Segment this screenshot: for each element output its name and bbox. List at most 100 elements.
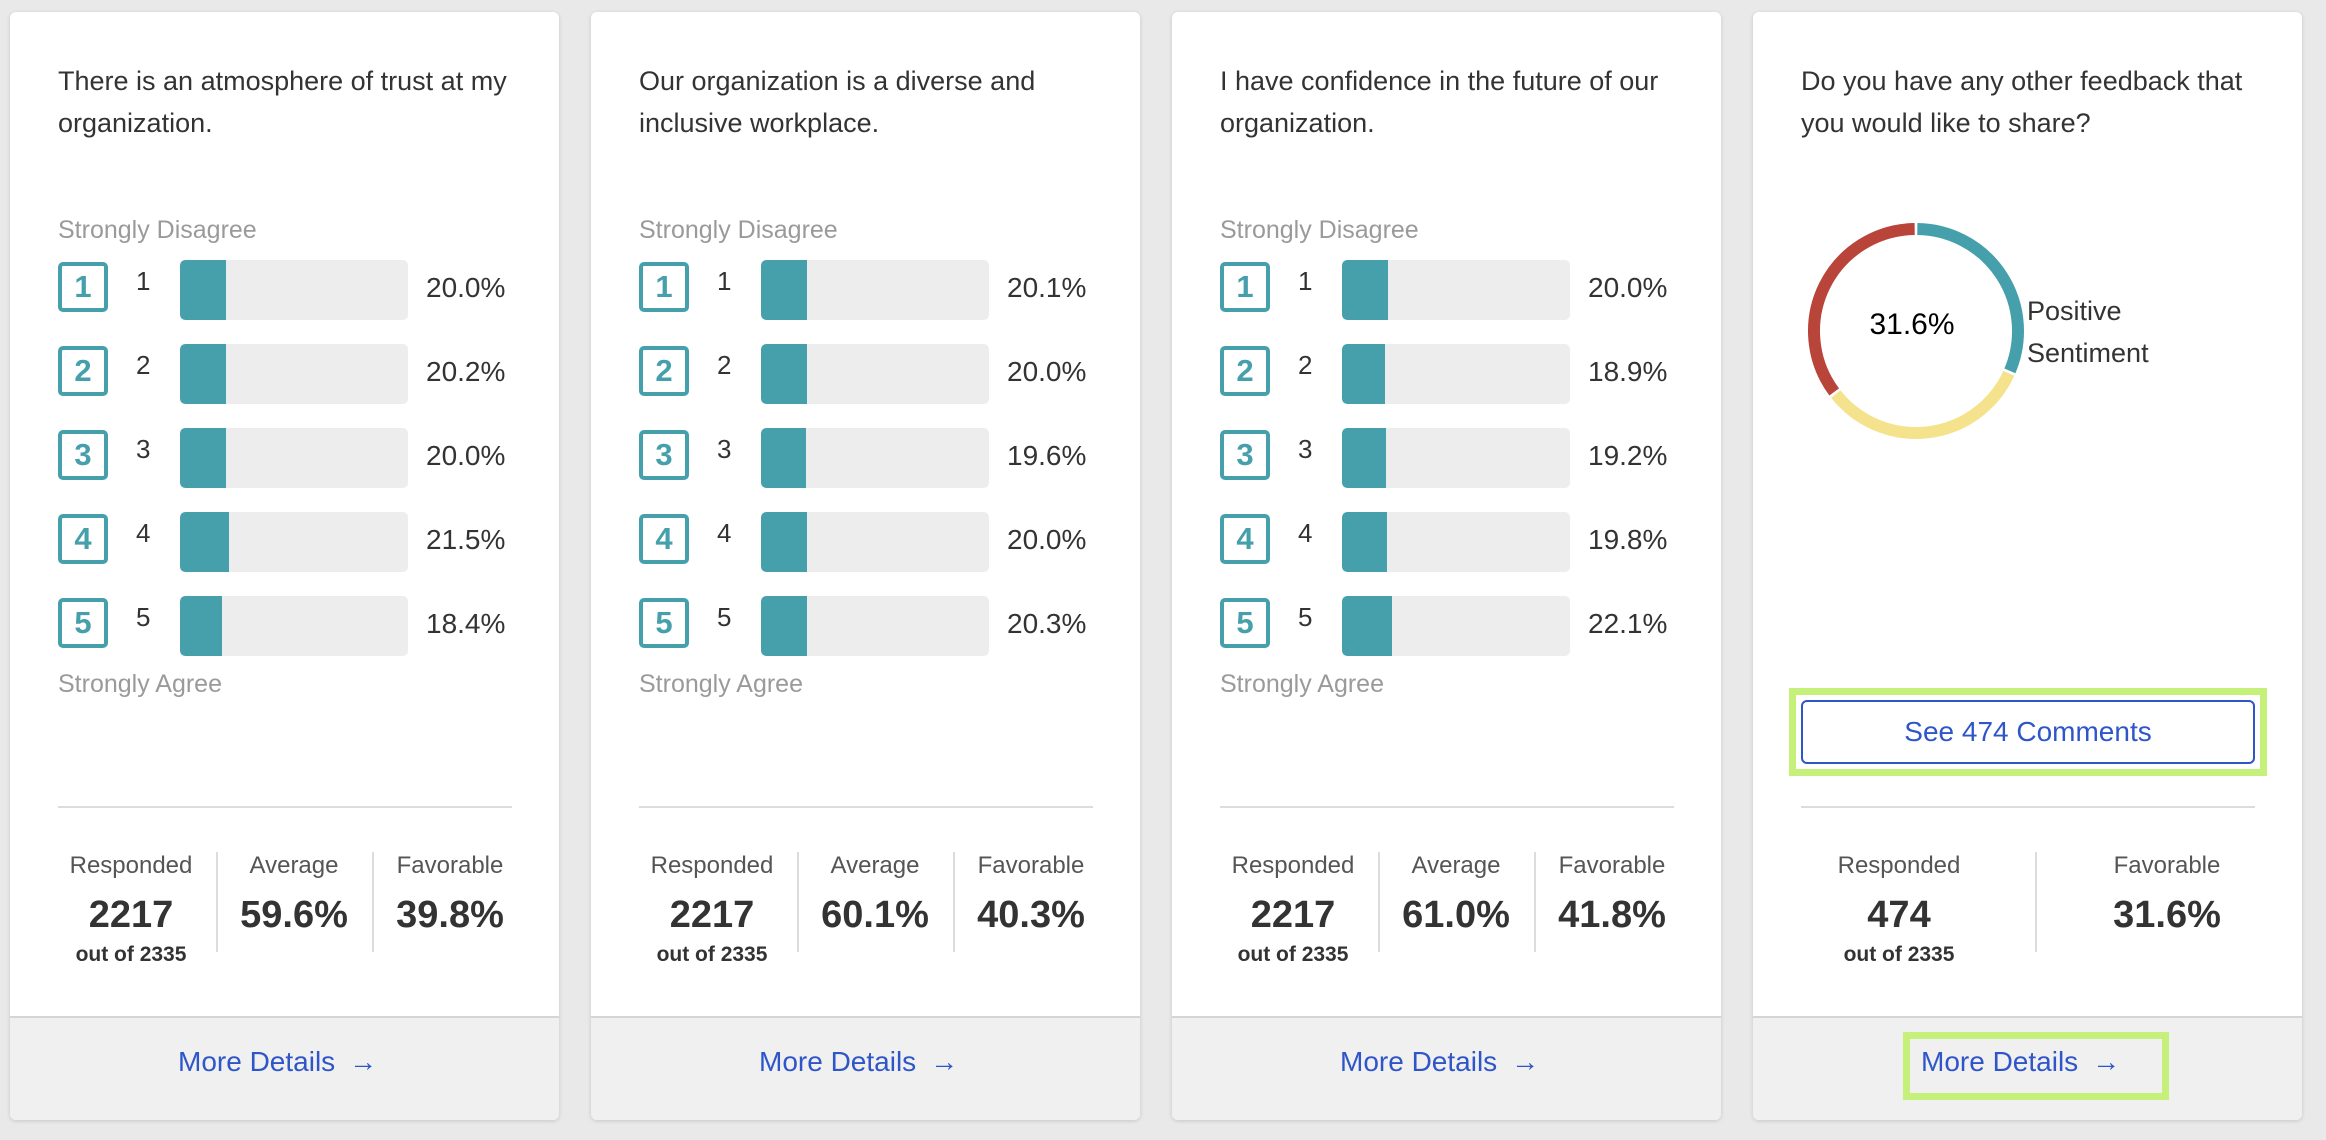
response-row-2: 2 2 20.2% (58, 344, 518, 404)
bar-track (1342, 596, 1570, 656)
bar-fill (761, 596, 808, 656)
response-row-5: 5 5 18.4% (58, 596, 518, 656)
bar-fill (761, 344, 807, 404)
response-row-2: 2 2 18.9% (1220, 344, 1680, 404)
rating-badge: 5 (639, 598, 689, 648)
bar-fill (1342, 512, 1388, 572)
percentage: 22.1% (1588, 608, 1668, 639)
see-comments-button[interactable]: See 474 Comments (1801, 700, 2255, 764)
scale-top-label: Strongly Disagree (1220, 216, 1419, 244)
rating-number: 1 (1298, 266, 1313, 296)
rating-number: 1 (717, 266, 732, 296)
more-details-label: More Details (1340, 1046, 1498, 1077)
rating-number: 4 (1298, 518, 1313, 548)
more-details-label: More Details (759, 1046, 917, 1077)
stats-row: Responded 2217 out of 2335 Average 59.6%… (58, 836, 512, 976)
stat-label: Responded (650, 852, 774, 879)
rating-badge: 3 (639, 430, 689, 480)
arrow-right-icon: → (930, 1046, 959, 1077)
responded-stat: Responded 474 out of 2335 (1801, 836, 1997, 967)
response-row-2: 2 2 20.0% (639, 344, 1099, 404)
stat-value: 60.1% (821, 894, 929, 936)
rating-number: 3 (136, 434, 151, 464)
favorable-stat: Favorable 41.8% (1536, 836, 1688, 937)
arrow-right-icon: → (349, 1046, 378, 1077)
percentage: 20.1% (1007, 272, 1087, 303)
bar-track (761, 260, 989, 320)
percentage: 20.0% (1007, 356, 1087, 387)
more-details-label: More Details (178, 1046, 336, 1077)
stat-label: Favorable (977, 852, 1085, 879)
survey-cards: There is an atmosphere of trust at my or… (0, 0, 2326, 1140)
stat-label: Responded (1837, 852, 1961, 879)
bar-track (1342, 260, 1570, 320)
divider (58, 806, 512, 808)
rating-number: 2 (1298, 350, 1313, 380)
responded-stat: Responded 2217 out of 2335 (639, 836, 785, 967)
stat-value: 61.0% (1402, 894, 1510, 936)
stats-row: Responded 474 out of 2335 Favorable 31.6… (1801, 836, 2255, 976)
percentage: 18.9% (1588, 356, 1668, 387)
percentage: 20.0% (1588, 272, 1668, 303)
rating-number: 5 (717, 602, 732, 632)
rating-number: 2 (136, 350, 151, 380)
question-text: I have confidence in the future of our o… (1220, 66, 1659, 138)
more-details-link[interactable]: More Details → (1921, 1046, 2120, 1078)
average-stat: Average 61.0% (1380, 836, 1532, 937)
more-details-link[interactable]: More Details → (178, 1046, 377, 1078)
donut-segment-positive (1917, 223, 2024, 374)
stat-value: 41.8% (1558, 894, 1666, 936)
bar-fill (1342, 344, 1386, 404)
percentage: 20.3% (1007, 608, 1087, 639)
bar-track (180, 344, 408, 404)
question-card-1: There is an atmosphere of trust at my or… (10, 12, 559, 1120)
stat-sub: out of 2335 (1237, 943, 1349, 966)
rating-badge: 1 (1220, 262, 1270, 312)
question-text: Our organization is a diverse and inclus… (639, 66, 1036, 138)
divider (1801, 806, 2255, 808)
card-footer: More Details → (1172, 1016, 1721, 1120)
card-footer: More Details → (591, 1016, 1140, 1120)
bar-fill (761, 428, 806, 488)
stat-label: Favorable (2113, 852, 2221, 879)
rating-badge: 4 (639, 514, 689, 564)
responded-stat: Responded 2217 out of 2335 (58, 836, 204, 967)
question-text: Do you have any other feedback that you … (1801, 66, 2243, 138)
rating-badge: 3 (1220, 430, 1270, 480)
percentage: 20.2% (426, 356, 506, 387)
rating-badge: 5 (1220, 598, 1270, 648)
stats-row: Responded 2217 out of 2335 Average 60.1%… (639, 836, 1093, 976)
donut-legend-label: Positive Sentiment (2027, 296, 2149, 368)
stat-label: Average (249, 852, 339, 879)
more-details-link[interactable]: More Details → (759, 1046, 958, 1078)
bar-fill (1342, 596, 1393, 656)
rating-badge: 4 (1220, 514, 1270, 564)
response-row-1: 1 1 20.0% (1220, 260, 1680, 320)
bar-fill (761, 260, 807, 320)
bar-track (1342, 512, 1570, 572)
rating-number: 4 (717, 518, 732, 548)
stat-label: Average (1411, 852, 1501, 879)
more-details-link[interactable]: More Details → (1340, 1046, 1539, 1078)
average-stat: Average 59.6% (218, 836, 370, 937)
divider (1220, 806, 1674, 808)
rating-number: 5 (1298, 602, 1313, 632)
card-footer: More Details → (1753, 1016, 2302, 1120)
favorable-stat: Favorable 39.8% (374, 836, 526, 937)
favorable-stat: Favorable 40.3% (955, 836, 1107, 937)
scale-top-label: Strongly Disagree (639, 216, 838, 244)
bar-fill (1342, 428, 1386, 488)
divider (639, 806, 1093, 808)
response-row-4: 4 4 19.8% (1220, 512, 1680, 572)
bar-track (761, 512, 989, 572)
rating-number: 1 (136, 266, 151, 296)
average-stat: Average 60.1% (799, 836, 951, 937)
rating-badge: 2 (639, 346, 689, 396)
stat-value: 2217 (1250, 894, 1336, 936)
donut-segment-neutral (1831, 370, 2015, 439)
rating-badge: 4 (58, 514, 108, 564)
response-row-4: 4 4 20.0% (639, 512, 1099, 572)
rating-number: 3 (717, 434, 732, 464)
stat-value: 474 (1867, 894, 1931, 936)
stat-sub: out of 2335 (1843, 943, 1955, 966)
